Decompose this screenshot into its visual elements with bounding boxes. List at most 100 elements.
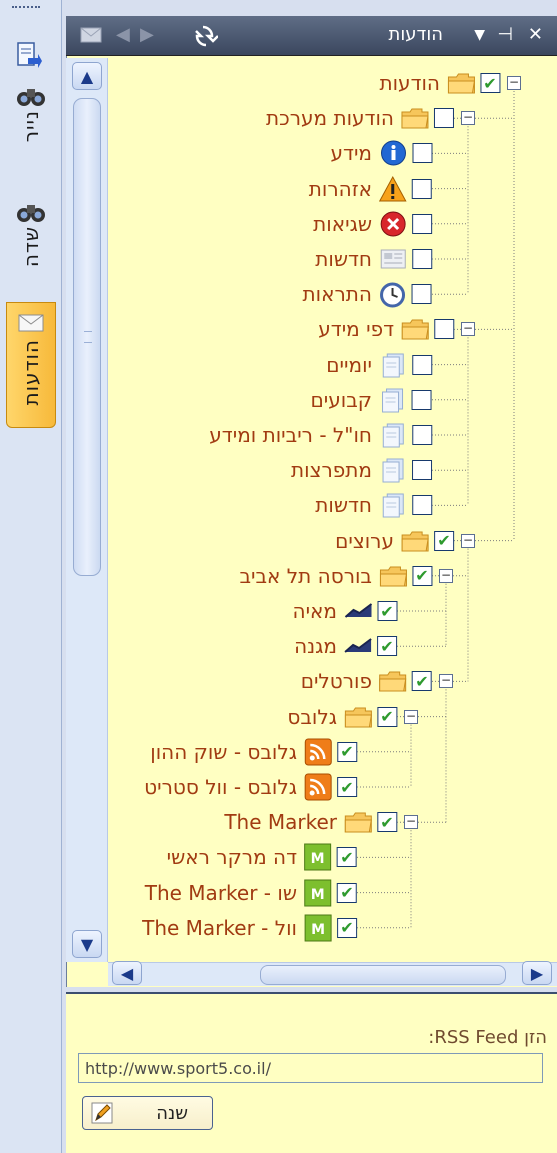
tree-node-label: הודעות מערכת bbox=[265, 106, 394, 131]
tree-node-checkbox[interactable] bbox=[412, 249, 432, 269]
tree-node-checkbox[interactable] bbox=[412, 495, 432, 516]
tree-expander-icon[interactable]: − bbox=[461, 533, 475, 548]
change-button[interactable]: שנה bbox=[82, 1096, 213, 1130]
tree-node[interactable]: חו"ל - ריביות ומידע bbox=[209, 417, 432, 453]
tree-node-checkbox[interactable]: ✔ bbox=[412, 565, 432, 586]
tree-node[interactable]: הודעות מערכת bbox=[266, 100, 454, 136]
tree-expander-icon[interactable]: − bbox=[404, 815, 418, 830]
tree-node-label: חדשות bbox=[315, 247, 372, 271]
tree-node-checkbox[interactable]: ✔ bbox=[480, 73, 500, 93]
folder-icon bbox=[447, 73, 475, 94]
tree-node-label: The Marker - שו bbox=[144, 880, 297, 905]
tree-node[interactable]: חדשות bbox=[315, 487, 432, 523]
pin-icon[interactable]: ⊣ bbox=[497, 24, 513, 45]
tree-node-checkbox[interactable]: ✔ bbox=[337, 777, 357, 797]
horizontal-scroll-thumb[interactable] bbox=[260, 965, 506, 985]
tree-expander-icon[interactable]: − bbox=[404, 709, 418, 724]
tree-node-checkbox[interactable]: ✔ bbox=[337, 917, 357, 938]
tree-node-checkbox[interactable]: ✔ bbox=[337, 882, 357, 903]
tree-node-checkbox[interactable] bbox=[412, 284, 432, 305]
tree-view[interactable]: הודעות ✔ − הודעות מערכת − מידע אזהרות שגיאות חדש… bbox=[66, 56, 557, 987]
tree-node[interactable]: The Marker ✔ bbox=[224, 804, 397, 840]
tree-node-checkbox[interactable]: ✔ bbox=[377, 636, 397, 657]
tree-node-checkbox[interactable]: ✔ bbox=[412, 671, 432, 692]
tree-node[interactable]: בורסה תל אביב ✔ bbox=[239, 558, 432, 594]
tree-node[interactable]: הודעות ✔ bbox=[379, 65, 500, 101]
vertical-scroll-thumb[interactable] bbox=[73, 98, 101, 576]
pencil-edit-icon bbox=[91, 1102, 113, 1124]
tree-node[interactable]: חדשות bbox=[315, 241, 432, 277]
tree-node-checkbox[interactable] bbox=[412, 143, 432, 164]
tree-node[interactable]: גלובס - וול סטריט ✔ bbox=[144, 769, 357, 805]
close-icon[interactable]: ✕ bbox=[528, 24, 543, 45]
pages-icon bbox=[382, 458, 404, 483]
tree-node[interactable]: פורטלים ✔ bbox=[301, 663, 432, 699]
document-arrow-icon[interactable] bbox=[12, 40, 42, 70]
rss-url-input[interactable] bbox=[78, 1053, 543, 1083]
tree-expander-icon[interactable]: − bbox=[439, 674, 453, 689]
tree-node-checkbox[interactable] bbox=[412, 213, 432, 234]
folder-icon bbox=[379, 671, 407, 692]
dropdown-icon[interactable]: ▼ bbox=[474, 27, 485, 43]
tree-node-label: אזהרות bbox=[308, 176, 372, 201]
tree-node-checkbox[interactable]: ✔ bbox=[377, 812, 397, 833]
tab-paper[interactable]: נייר bbox=[6, 84, 56, 194]
change-button-label: שנה bbox=[156, 1102, 188, 1124]
marker-icon: M bbox=[304, 843, 332, 871]
news-icon bbox=[380, 249, 406, 269]
tree-node[interactable]: דה מרקר ראשי M ✔ bbox=[167, 839, 357, 875]
tree-node[interactable]: מאיה ✔ bbox=[293, 593, 397, 629]
tab-messages[interactable]: הודעות bbox=[6, 302, 56, 428]
tree-node[interactable]: גלובס ✔ bbox=[287, 699, 397, 735]
tree-expander-icon[interactable]: − bbox=[439, 568, 453, 583]
tree-node-checkbox[interactable] bbox=[434, 108, 454, 129]
scroll-right-button[interactable]: ▶ bbox=[522, 961, 552, 985]
tree-node[interactable]: מגנה ✔ bbox=[294, 628, 397, 664]
tree-node[interactable]: The Marker - וול M ✔ bbox=[142, 910, 357, 946]
horizontal-scrollbar[interactable]: ◀ ▶ bbox=[108, 961, 557, 986]
refresh-icon[interactable] bbox=[194, 24, 218, 48]
tree-node[interactable]: דפי מידע bbox=[318, 311, 454, 347]
tree-node[interactable]: גלובס - שוק ההון ✔ bbox=[150, 734, 357, 770]
scroll-down-button[interactable]: ▼ bbox=[72, 930, 102, 958]
tree-expander-icon[interactable]: − bbox=[461, 322, 475, 337]
grip-dots[interactable] bbox=[12, 6, 40, 10]
rss-icon bbox=[304, 773, 332, 801]
warning-icon bbox=[379, 175, 407, 202]
tree-node[interactable]: מידע bbox=[331, 135, 432, 171]
tree-node-checkbox[interactable]: ✔ bbox=[377, 706, 397, 727]
tree-node-checkbox[interactable] bbox=[412, 178, 432, 199]
tree-node[interactable]: ערוצים ✔ bbox=[335, 523, 454, 559]
tab-field[interactable]: שדה bbox=[6, 200, 56, 300]
tree-node-checkbox[interactable]: ✔ bbox=[377, 601, 397, 621]
tree-node-checkbox[interactable]: ✔ bbox=[337, 847, 357, 868]
tree-expander-icon[interactable]: − bbox=[507, 76, 521, 90]
tree-expander-icon[interactable]: − bbox=[461, 111, 475, 126]
vertical-scrollbar[interactable]: ▲ ▼ bbox=[66, 58, 108, 962]
tree-node-label: הודעות bbox=[379, 71, 440, 95]
chart-line-icon bbox=[344, 638, 372, 653]
tree-node[interactable]: קבועים bbox=[311, 382, 432, 418]
tree-node-checkbox[interactable] bbox=[412, 389, 432, 410]
tree-node-checkbox[interactable] bbox=[412, 354, 432, 375]
tree-node-checkbox[interactable] bbox=[412, 460, 432, 481]
tree-node[interactable]: מתפרצות bbox=[291, 452, 432, 488]
info-icon bbox=[380, 140, 406, 166]
tree-node[interactable]: The Marker - שו M ✔ bbox=[145, 875, 357, 911]
tree-node[interactable]: התראות bbox=[303, 276, 432, 312]
scroll-left-button[interactable]: ◀ bbox=[112, 961, 142, 985]
tree-node-checkbox[interactable] bbox=[434, 319, 454, 340]
tree-node-checkbox[interactable]: ✔ bbox=[434, 530, 454, 551]
scroll-up-button[interactable]: ▲ bbox=[72, 62, 102, 90]
tree-node[interactable]: יומיים bbox=[326, 347, 432, 383]
back-arrow-icon[interactable]: ◀ bbox=[116, 24, 130, 45]
tree-node-label: שגיאות bbox=[313, 211, 372, 236]
tree-node[interactable]: אזהרות bbox=[309, 171, 432, 207]
tree-node-label: דפי מידע bbox=[318, 317, 394, 342]
forward-arrow-icon[interactable]: ▶ bbox=[140, 24, 154, 45]
tree-node-checkbox[interactable]: ✔ bbox=[337, 741, 357, 762]
tree-node-label: קבועים bbox=[310, 387, 372, 412]
tree-node[interactable]: שגיאות bbox=[313, 206, 432, 242]
tree-node-checkbox[interactable] bbox=[412, 425, 432, 445]
envelope-icon[interactable] bbox=[80, 27, 102, 43]
